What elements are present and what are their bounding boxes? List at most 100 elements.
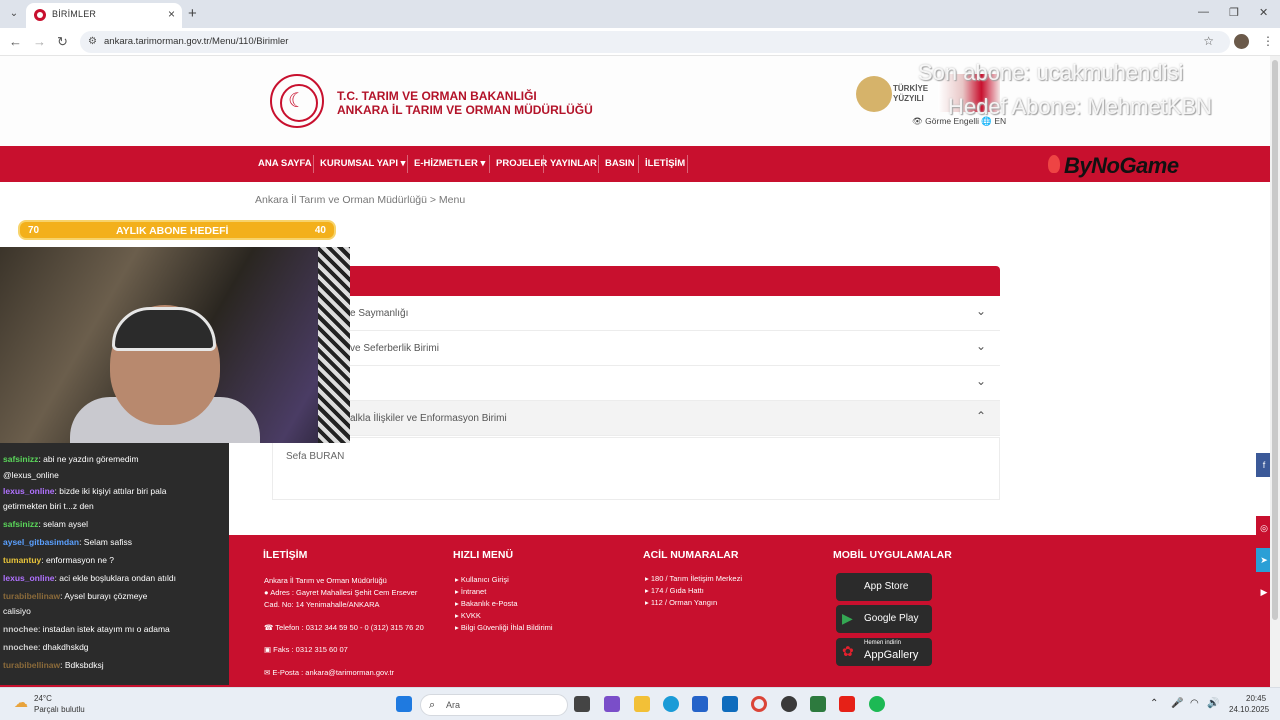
stream-chat: safsinizz: abi ne yazdın göremedim @lexu… bbox=[0, 443, 229, 685]
minimize-button[interactable]: — bbox=[1198, 6, 1209, 18]
chevron-up-icon: ⌃ bbox=[975, 409, 986, 423]
tab-title: BİRİMLER bbox=[52, 9, 97, 19]
emergency-number-label[interactable]: 112 / Orman Yangın bbox=[651, 598, 717, 607]
goal-target: 40 bbox=[314, 225, 326, 236]
task-view-icon[interactable] bbox=[574, 696, 590, 712]
taskbar-search-placeholder: Ara bbox=[446, 700, 461, 710]
quick-link-label[interactable]: Kullanıcı Girişi bbox=[461, 575, 509, 584]
weather-description[interactable]: Parçalı bulutlu bbox=[34, 705, 85, 714]
footer-email-text[interactable]: E-Posta : ankara@tarimorman.gov.tr bbox=[272, 668, 394, 677]
fax-icon: ▣ bbox=[264, 645, 274, 654]
profile-avatar[interactable] bbox=[1234, 34, 1249, 49]
turkiye-yuzyili-logo bbox=[856, 76, 892, 112]
quick-link-label[interactable]: KVKK bbox=[461, 611, 481, 620]
emergency-number[interactable]: ▸ 112 / Orman Yangın bbox=[645, 598, 717, 607]
windows-taskbar: ☁ 24°C Parçalı bulutlu ⌕ Ara ⌃ 🎤 ◠ 🔊 20:… bbox=[0, 687, 1280, 720]
forward-button[interactable]: → bbox=[33, 34, 46, 49]
main-navigation: ANA SAYFA KURUMSAL YAPI ▾ E-HİZMETLER ▾ … bbox=[0, 146, 1270, 182]
back-button[interactable]: ← bbox=[9, 34, 22, 49]
tab-birimler[interactable]: BİRİMLER × bbox=[26, 3, 182, 28]
quick-link-eposta[interactable]: ▸ Bakanlık e-Posta bbox=[455, 599, 518, 608]
site-favicon-icon bbox=[34, 9, 46, 21]
spotify-icon[interactable] bbox=[869, 696, 885, 712]
quick-link-label[interactable]: Bakanlık e-Posta bbox=[461, 599, 518, 608]
ministry-logo[interactable] bbox=[270, 74, 324, 128]
chat-message: @lexus_online bbox=[3, 470, 59, 480]
nav-iletisim[interactable]: İLETİŞİM bbox=[645, 158, 685, 169]
restore-button[interactable]: ❐ bbox=[1229, 6, 1239, 19]
chat-text: calisiyo bbox=[3, 606, 31, 616]
sponsor-logo: ByNoGame bbox=[1064, 153, 1179, 178]
clock-date[interactable]: 24.10.2025 bbox=[1229, 705, 1269, 714]
microphone-icon[interactable]: 🎤 bbox=[1171, 698, 1183, 709]
footer-contact-address-line1: Adres : Gayret Mahallesi Şehit Cem Ersev… bbox=[270, 588, 418, 597]
windows-start-icon[interactable] bbox=[396, 696, 412, 712]
app-store-button[interactable]: App Store bbox=[836, 573, 932, 601]
url-text[interactable]: ankara.tarimorman.gov.tr/Menu/110/Biriml… bbox=[104, 36, 288, 47]
app-icon[interactable] bbox=[810, 696, 826, 712]
app-store-label: App Store bbox=[864, 581, 909, 592]
emergency-number[interactable]: ▸ 174 / Gıda Hattı bbox=[645, 586, 704, 595]
tray-overflow-icon[interactable]: ⌃ bbox=[1150, 698, 1158, 709]
obs-icon[interactable] bbox=[781, 696, 797, 712]
chrome-icon[interactable] bbox=[751, 696, 767, 712]
quick-link-bilgi-guvenligi[interactable]: ▸ Bilgi Güvenliği İhlal Bildirimi bbox=[455, 623, 553, 632]
footer-contact-title: İLETİŞİM bbox=[263, 549, 308, 561]
browser-menu-icon[interactable]: ⋮ bbox=[1262, 34, 1274, 48]
breadcrumb[interactable]: Ankara İl Tarım ve Orman Müdürlüğü > Men… bbox=[255, 194, 465, 206]
nav-divider bbox=[638, 155, 639, 173]
tab-close-icon[interactable]: × bbox=[168, 7, 175, 21]
nav-ana-sayfa[interactable]: ANA SAYFA bbox=[258, 158, 312, 169]
weather-icon[interactable]: ☁ bbox=[14, 694, 28, 711]
footer-contact-phone: ☎ Telefon : 0312 344 59 50 - 0 (312) 315… bbox=[264, 623, 424, 632]
weather-temperature[interactable]: 24°C bbox=[34, 694, 52, 703]
emergency-number-label[interactable]: 180 / Tarım İletişim Merkezi bbox=[651, 574, 742, 583]
quick-link-kullanici[interactable]: ▸ Kullanıcı Girişi bbox=[455, 575, 509, 584]
copilot-icon[interactable] bbox=[604, 696, 620, 712]
emergency-number-label[interactable]: 174 / Gıda Hattı bbox=[651, 586, 704, 595]
edge-icon[interactable] bbox=[663, 696, 679, 712]
google-play-button[interactable]: ▶ Google Play bbox=[836, 605, 932, 633]
youtube-app-icon[interactable] bbox=[839, 696, 855, 712]
clock-time[interactable]: 20:45 bbox=[1246, 694, 1266, 703]
ministry-name[interactable]: T.C. TARIM VE ORMAN BAKANLIĞI bbox=[337, 89, 537, 103]
accordion-item[interactable]: ve Seferberlik Birimi ⌄ bbox=[272, 331, 1000, 366]
nav-yayinlar[interactable]: YAYINLAR bbox=[550, 158, 597, 169]
site-header: T.C. TARIM VE ORMAN BAKANLIĞI ANKARA İL … bbox=[0, 56, 1280, 146]
quick-link-kvkk[interactable]: ▸ KVKK bbox=[455, 611, 481, 620]
chat-text: : Aysel burayı çözmeye bbox=[60, 591, 148, 601]
quick-link-label[interactable]: İntranet bbox=[461, 587, 486, 596]
address-bar[interactable]: ⚙ ankara.tarimorman.gov.tr/Menu/110/Biri… bbox=[80, 31, 1230, 53]
emergency-number[interactable]: ▸ 180 / Tarım İletişim Merkezi bbox=[645, 574, 742, 583]
outlook-icon[interactable] bbox=[722, 696, 738, 712]
tab-search-button[interactable]: ⌄ bbox=[6, 6, 22, 22]
directorate-name[interactable]: ANKARA İL TARIM VE ORMAN MÜDÜRLÜĞÜ bbox=[337, 103, 593, 117]
new-tab-button[interactable]: + bbox=[188, 5, 197, 22]
appgallery-button[interactable]: ✿ Hemen indirin AppGallery bbox=[836, 638, 932, 666]
nav-projeler[interactable]: PROJELER bbox=[496, 158, 547, 169]
close-window-button[interactable]: ✕ bbox=[1259, 6, 1268, 19]
file-explorer-icon[interactable] bbox=[634, 696, 650, 712]
wifi-icon[interactable]: ◠ bbox=[1190, 698, 1199, 709]
site-info-icon[interactable]: ⚙ bbox=[88, 36, 97, 47]
accordion-item[interactable]: ⌄ bbox=[272, 366, 1000, 401]
store-icon[interactable] bbox=[692, 696, 708, 712]
volume-icon[interactable]: 🔊 bbox=[1207, 698, 1219, 709]
accordion-item-expanded[interactable]: alkla İlişkiler ve Enformasyon Birimi ⌃ bbox=[272, 401, 1000, 436]
scrollbar-thumb[interactable] bbox=[1272, 60, 1278, 620]
nav-kurumsal-yapi[interactable]: KURUMSAL YAPI ▾ bbox=[320, 158, 405, 169]
chevron-down-icon: ⌄ bbox=[975, 339, 986, 353]
taskbar-search[interactable]: ⌕ Ara bbox=[420, 694, 568, 716]
bookmark-star-icon[interactable]: ☆ bbox=[1203, 34, 1214, 48]
chat-message: safsinizz: abi ne yazdın göremedim bbox=[3, 454, 139, 464]
nav-e-hizmetler[interactable]: E-HİZMETLER ▾ bbox=[414, 158, 485, 169]
footer-contact-email[interactable]: ✉ E-Posta : ankara@tarimorman.gov.tr bbox=[264, 668, 394, 677]
huawei-icon: ✿ bbox=[842, 643, 854, 659]
reload-button[interactable]: ↻ bbox=[57, 34, 68, 50]
sub-goal-bar: 70 AYLIK ABONE HEDEFİ 40 bbox=[18, 220, 336, 240]
quick-link-label[interactable]: Bilgi Güvenliği İhlal Bildirimi bbox=[461, 623, 553, 632]
nav-basin[interactable]: BASIN bbox=[605, 158, 635, 169]
chat-text: @lexus_online bbox=[3, 470, 59, 480]
accordion-item[interactable]: e Saymanlığı ⌄ bbox=[272, 296, 1000, 331]
quick-link-intranet[interactable]: ▸ İntranet bbox=[455, 587, 486, 596]
